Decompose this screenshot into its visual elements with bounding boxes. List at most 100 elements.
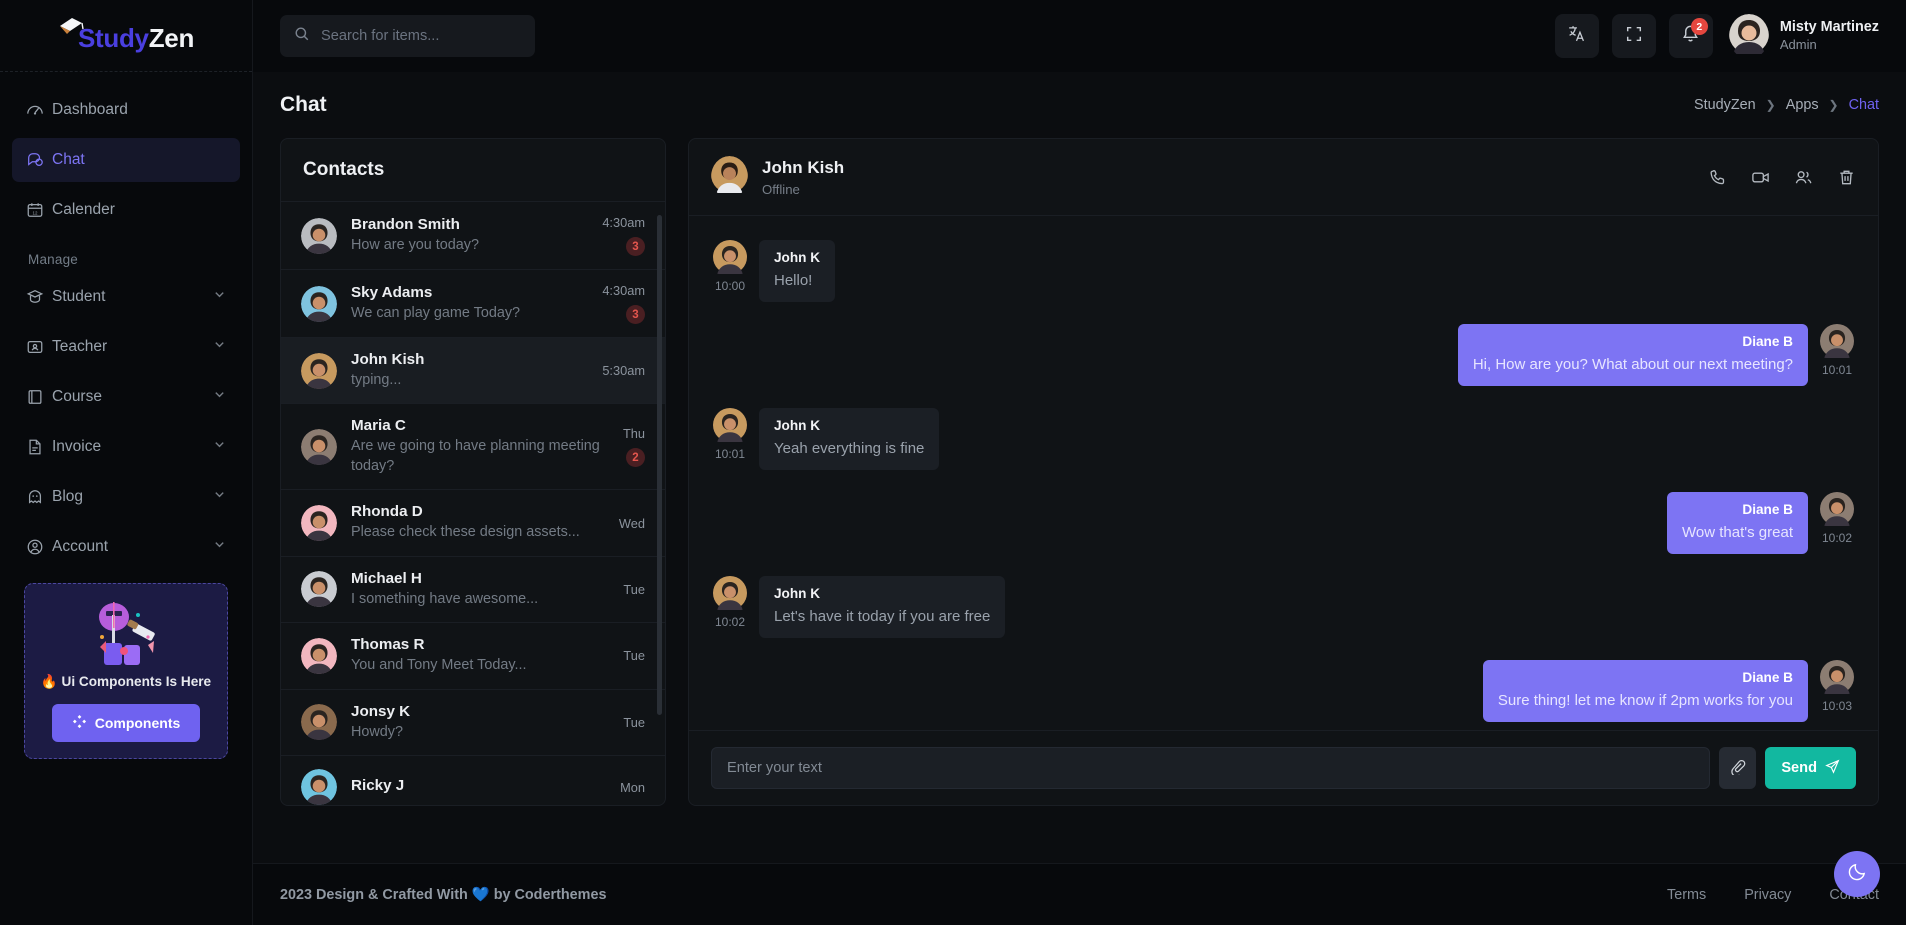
sidebar-item-student[interactable]: Student [12, 275, 240, 319]
sidebar-item-label: Chat [52, 151, 85, 168]
footer: 2023 Design & Crafted With 💙 by Coderthe… [253, 863, 1906, 925]
message-bubble: Diane B Sure thing! let me know if 2pm wo… [1482, 660, 1808, 722]
message-avatar-block: 10:02 [711, 576, 749, 638]
message-row: 10:02 John K Let's have it today if you ar… [711, 576, 1856, 638]
contact-time: 4:30am [602, 215, 645, 230]
message-bubble: Diane B Wow that's great [1667, 492, 1808, 554]
contact-time: Tue [623, 581, 645, 597]
sidebar-item-teacher[interactable]: Teacher [12, 325, 240, 369]
message-text: Hello! [774, 272, 813, 289]
chevron-right-icon: ❯ [1765, 98, 1776, 112]
message-time: 10:00 [714, 279, 746, 293]
search-input[interactable] [321, 28, 521, 44]
contact-list-item[interactable]: Brandon Smith How are you today? 4:30am 3 [281, 202, 665, 270]
message-text: Let's have it today if you are free [774, 608, 991, 625]
sidebar-item-account[interactable]: Account [12, 525, 240, 569]
message-row: Diane B Sure thing! let me know if 2pm wo… [711, 660, 1856, 722]
contact-body: Jonsy K Howdy? [351, 703, 609, 742]
contact-body: Maria C Are we going to have planning mee… [351, 417, 609, 476]
sidebar: StudyZen Dashboard Chat 12 Calender Mana… [0, 0, 253, 925]
contact-list-item[interactable]: John Kish typing... 5:30am [281, 338, 665, 405]
message-sender: Diane B [1742, 670, 1793, 685]
breadcrumb-item-studyzen[interactable]: StudyZen [1694, 97, 1756, 113]
contact-list-item[interactable]: Jonsy K Howdy? Tue [281, 690, 665, 757]
paperclip-icon [1730, 759, 1746, 778]
chevron-down-icon [213, 338, 226, 356]
contact-avatar [301, 571, 337, 608]
message-avatar-block: 10:00 [711, 240, 749, 302]
sidebar-item-calender[interactable]: 12 Calender [12, 188, 240, 232]
contact-preview-message: Are we going to have planning meeting to… [351, 438, 600, 474]
sidebar-item-invoice[interactable]: Invoice [12, 425, 240, 469]
sidebar-item-chat[interactable]: Chat [12, 138, 240, 182]
group-icon[interactable] [1794, 168, 1813, 187]
message-input[interactable] [711, 747, 1711, 789]
contact-meta: 5:30am [602, 363, 645, 378]
language-button[interactable] [1554, 14, 1599, 58]
contact-list-item[interactable]: Ricky J Mon [281, 756, 665, 805]
video-icon[interactable] [1751, 168, 1770, 187]
message-avatar-block: 10:02 [1818, 492, 1856, 554]
message-row: 10:00 John K Hello! [711, 240, 1856, 302]
speedometer-icon [26, 101, 52, 119]
page-title: Chat [280, 93, 327, 116]
contact-preview-message: typing... [351, 372, 402, 388]
contact-preview-message: You and Tony Meet Today... [351, 657, 527, 674]
contact-meta: Tue [623, 582, 645, 597]
search-box[interactable] [280, 15, 535, 57]
contact-preview-message: We can play game Today? [351, 304, 521, 321]
ghost-icon [26, 488, 52, 506]
message-avatar-block: 10:01 [1818, 324, 1856, 386]
composer: Send [689, 730, 1878, 805]
contacts-title: Contacts [303, 159, 385, 180]
brand-logo[interactable]: StudyZen [0, 0, 252, 72]
footer-link-privacy[interactable]: Privacy [1744, 887, 1791, 903]
message-avatar-block: 10:01 [711, 408, 749, 470]
sidebar-item-label: Calender [52, 201, 115, 218]
footer-link-terms[interactable]: Terms [1667, 887, 1706, 903]
contacts-header: Contacts [281, 139, 665, 202]
message-row: Diane B Hi, How are you? What about our n… [711, 324, 1856, 386]
user-menu[interactable]: Misty Martinez Admin [1728, 13, 1879, 59]
promo-text: 🔥 Ui Components Is Here [40, 674, 212, 689]
breadcrumb-item-chat[interactable]: Chat [1849, 97, 1879, 113]
message-avatar-block: 10:03 [1818, 660, 1856, 722]
promo-illustration-icon [35, 598, 217, 666]
contact-unread-badge: 3 [626, 237, 645, 256]
sidebar-item-label: Dashboard [52, 101, 128, 118]
message-bubble: John K Let's have it today if you are fre… [759, 576, 1006, 638]
fullscreen-button[interactable] [1611, 14, 1656, 58]
page: Chat StudyZen ❯ Apps ❯ Chat Contacts Bra… [253, 72, 1906, 925]
message-sender: Diane B [1742, 502, 1793, 517]
contact-list-item[interactable]: Thomas R You and Tony Meet Today... Tue [281, 623, 665, 690]
contact-list-item[interactable]: Maria C Are we going to have planning mee… [281, 404, 665, 491]
topbar: 2 Misty Martinez Admin [253, 0, 1906, 72]
trash-icon[interactable] [1837, 168, 1856, 187]
components-button-label: Components [94, 715, 181, 731]
attach-button[interactable] [1719, 747, 1757, 789]
contact-list-item[interactable]: Rhonda D Please check these design assets… [281, 490, 665, 557]
send-button[interactable]: Send [1765, 747, 1856, 789]
message-avatar [713, 240, 747, 274]
theme-toggle-button[interactable] [1834, 851, 1880, 897]
contact-list-item[interactable]: Michael H I something have awesome... Tue [281, 557, 665, 624]
user-role: Admin [1779, 36, 1817, 52]
sidebar-item-blog[interactable]: Blog [12, 475, 240, 519]
message-time: 10:02 [1821, 531, 1853, 545]
breadcrumb-item-apps[interactable]: Apps [1786, 97, 1819, 113]
contacts-scrollbar[interactable] [657, 215, 662, 715]
sidebar-nav: Dashboard Chat 12 Calender Manage Studen… [0, 72, 252, 759]
search-icon [294, 26, 310, 47]
contacts-list[interactable]: Brandon Smith How are you today? 4:30am 3 Sk… [281, 202, 665, 805]
call-icon[interactable] [1708, 168, 1727, 187]
notifications-button[interactable]: 2 [1668, 14, 1713, 58]
send-plane-icon [1825, 759, 1840, 778]
contact-body: Sky Adams We can play game Today? [351, 284, 588, 323]
message-sender: Diane B [1742, 334, 1793, 349]
fullscreen-icon [1625, 25, 1643, 48]
contact-list-item[interactable]: Sky Adams We can play game Today? 4:30am 3 [281, 270, 665, 338]
components-button[interactable]: Components [51, 704, 201, 742]
sidebar-item-course[interactable]: Course [12, 375, 240, 419]
sidebar-item-dashboard[interactable]: Dashboard [12, 88, 240, 132]
sidebar-section-title: Manage [28, 252, 78, 267]
